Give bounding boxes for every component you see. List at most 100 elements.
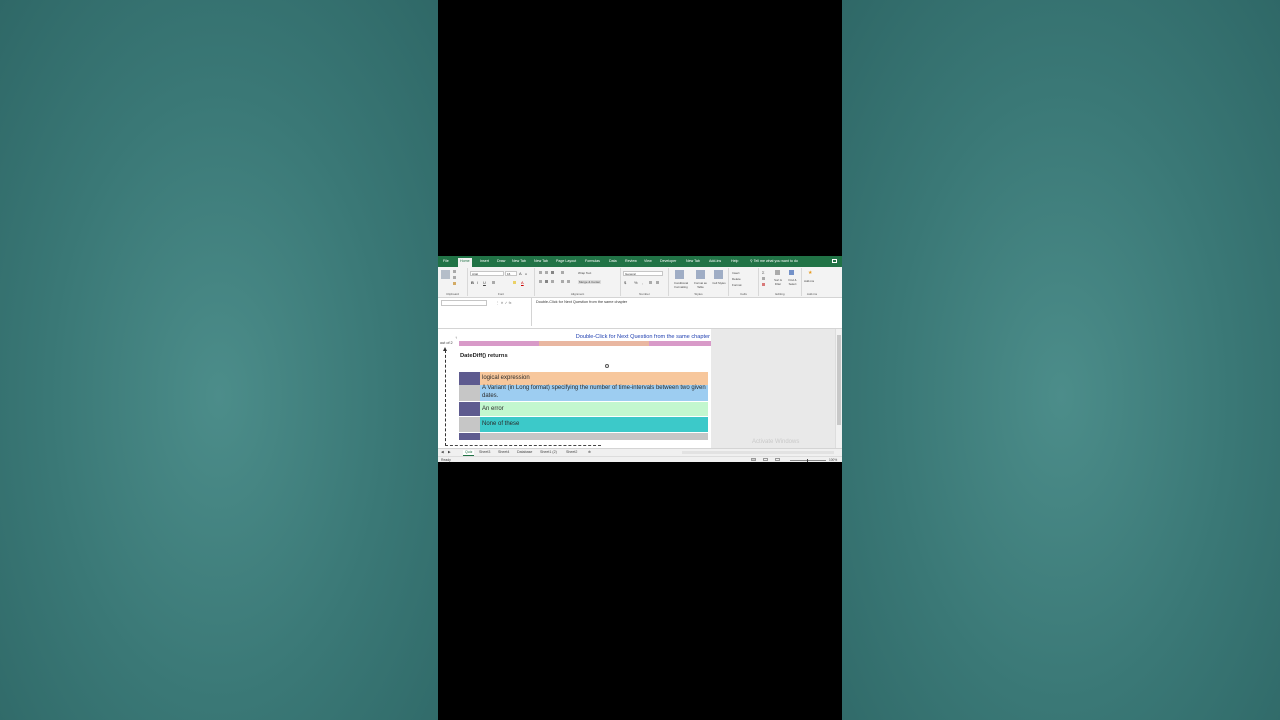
worksheet[interactable]: Activate Windows ↑ Double-Click for Next… [438,329,842,448]
tab-new-tab-2[interactable]: New Tab [534,258,548,264]
tab-add-ins[interactable]: Add-ins [709,258,721,264]
option-4-key[interactable] [459,417,480,432]
name-box[interactable] [441,300,487,306]
tab-help[interactable]: Help [731,258,738,264]
grow-font-icon[interactable]: A [519,271,522,276]
align-left-icon[interactable] [539,280,542,283]
tab-data[interactable]: Data [609,258,617,264]
cut-icon[interactable] [453,270,456,273]
sort-filter-button[interactable]: Sort & Filter [771,278,785,286]
font-color-icon[interactable]: A [521,280,524,285]
increase-decimal-icon[interactable] [649,281,652,284]
zoom-level[interactable]: 100% [829,458,837,462]
option-2-key[interactable] [459,385,480,401]
paste-icon[interactable] [441,270,450,279]
insert-cells-button[interactable]: Insert [732,271,740,275]
option-3[interactable]: An error [459,402,711,416]
orientation-icon[interactable] [561,271,564,274]
tab-new-tab-1[interactable]: New Tab [512,258,526,264]
font-name-select[interactable]: Arial [470,271,504,276]
decrease-indent-icon[interactable] [561,280,564,283]
tab-formulas[interactable]: Formulas [585,258,600,264]
add-sheet-icon[interactable]: ⊕ [588,450,591,455]
underline-icon[interactable]: U [483,280,486,285]
vertical-scrollbar[interactable] [835,329,842,448]
normal-view-icon[interactable] [751,458,756,461]
formula-input[interactable]: Double-Click for Next Question from the … [531,298,840,326]
find-select-button[interactable]: Find & Select [786,278,799,286]
option-1-text[interactable]: logical expression [480,372,708,385]
copy-icon[interactable] [453,276,456,279]
cell-styles-icon[interactable] [714,270,723,279]
format-painter-icon[interactable] [453,282,456,285]
sheet-tab-sheet4[interactable]: Sheet4 [498,450,509,455]
currency-icon[interactable]: $ [624,280,626,285]
bold-icon[interactable]: B [471,280,474,285]
option-1[interactable]: logical expression [459,372,711,385]
option-2-text[interactable]: A Variant (in Long format) specifying th… [480,385,708,401]
option-3-text[interactable]: An error [480,402,708,416]
scroll-thumb[interactable] [837,335,841,425]
tell-me-search[interactable]: ⚲ Tell me what you want to do [750,258,798,264]
sheet-tab-sheet1-2[interactable]: Sheet1 (2) [540,450,557,455]
tab-page-layout[interactable]: Page Layout [556,258,576,264]
sort-filter-icon[interactable] [775,270,780,275]
sheet-tab-database[interactable]: Database [517,450,532,455]
sheet-nav-next-icon[interactable]: ▶ [448,450,451,455]
next-question-link[interactable]: Double-Click for Next Question from the … [568,334,710,340]
tab-draw[interactable]: Draw [497,258,505,264]
sheet-nav-prev-icon[interactable]: ◀ [441,450,444,455]
delete-cells-button[interactable]: Delete [732,277,741,281]
italic-icon[interactable]: I [477,280,478,285]
clipboard-label: Clipboard [446,292,459,296]
align-bottom-icon[interactable] [551,271,554,274]
sheet-tab-sheet3[interactable]: Sheet3 [479,450,490,455]
merge-center-button[interactable]: Merge & Center [578,280,602,284]
tab-file[interactable]: File [443,258,449,264]
shrink-font-icon[interactable]: A [525,272,527,276]
align-middle-icon[interactable] [545,271,548,274]
addins-button[interactable]: Add-ins [804,279,814,283]
fill-color-icon[interactable] [513,281,516,284]
format-as-table-button[interactable]: Format as Table [693,281,708,289]
font-size-select[interactable]: 16 [505,271,517,276]
tab-new-tab-3[interactable]: New Tab [686,258,700,264]
align-top-icon[interactable] [539,271,542,274]
option-4-text[interactable]: None of these [480,417,708,432]
format-cells-button[interactable]: Format [732,283,742,287]
option-2[interactable]: A Variant (in Long format) specifying th… [459,385,711,401]
tab-developer[interactable]: Developer [660,258,676,264]
wrap-text-button[interactable]: Wrap Text [578,271,591,275]
zoom-slider[interactable] [790,458,826,463]
cell-styles-button[interactable]: Cell Styles [712,281,726,285]
percent-icon[interactable]: % [634,280,638,285]
fill-icon[interactable] [762,277,765,280]
fx-icon[interactable]: fx [509,301,512,305]
increase-indent-icon[interactable] [567,280,570,283]
page-break-view-icon[interactable] [775,458,780,461]
page-layout-view-icon[interactable] [763,458,768,461]
comma-icon[interactable]: , [642,280,643,285]
tab-insert[interactable]: Insert [480,258,489,264]
tab-view[interactable]: View [644,258,652,264]
option-3-key[interactable] [459,402,480,416]
clear-icon[interactable] [762,283,765,286]
align-right-icon[interactable] [551,280,554,283]
tab-home[interactable]: Home [458,258,472,267]
borders-icon[interactable] [492,281,495,284]
addins-icon[interactable]: ★ [808,270,812,276]
sheet-tab-sheet2[interactable]: Sheet2 [566,450,577,455]
tab-review[interactable]: Review [625,258,637,264]
horizontal-scrollbar[interactable] [682,451,834,454]
align-center-icon[interactable] [545,280,548,283]
find-select-icon[interactable] [789,270,794,275]
number-format-select[interactable]: General [623,271,663,276]
format-as-table-icon[interactable] [696,270,705,279]
option-4[interactable]: None of these [459,417,711,432]
decrease-decimal-icon[interactable] [656,281,659,284]
autosum-icon[interactable]: Σ [762,270,764,275]
option-1-key[interactable] [459,372,480,385]
conditional-formatting-button[interactable]: Conditional Formatting [670,281,692,289]
comment-icon[interactable] [832,259,837,263]
conditional-formatting-icon[interactable] [675,270,684,279]
